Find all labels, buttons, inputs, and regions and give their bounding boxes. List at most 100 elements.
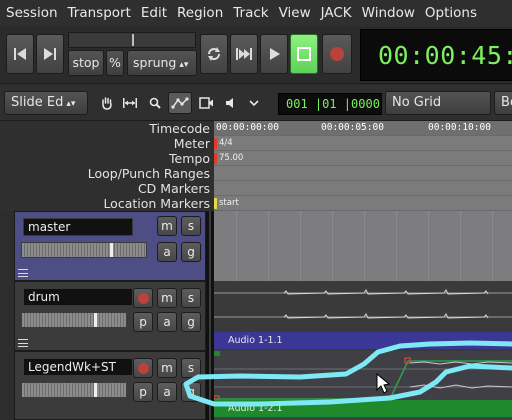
tempo-marker[interactable] [214,153,217,164]
sprung-label: sprung [133,55,177,70]
ruler-area: Timecode Meter Tempo Loop/Punch Ranges C… [0,121,512,211]
fader-knob[interactable] [94,383,97,397]
go-to-end-button[interactable] [36,34,64,74]
record-enable-button[interactable] [133,358,153,378]
audition-tool[interactable] [222,94,240,112]
menu-track[interactable]: Track [228,0,273,26]
playlist-button[interactable]: p [133,312,153,332]
track-name-field[interactable]: master [23,218,133,236]
draw-line-icon [171,97,189,109]
loop-punch-ruler[interactable] [214,166,512,181]
tempo-ruler[interactable]: 75.00 [214,151,512,166]
zoom-tool[interactable] [146,94,164,112]
drum-track-lane[interactable]: Audio 1-1.1 [214,281,512,351]
location-marker-label: start [219,198,239,208]
beat-select[interactable]: Be [494,91,512,115]
stop-button[interactable] [290,34,318,74]
grid-mode-select[interactable]: No Grid [385,91,491,115]
region-trim-icon [199,97,213,109]
group-button[interactable]: g [181,242,201,262]
track-name-field[interactable]: drum [23,288,133,306]
group-button[interactable]: g [181,312,201,332]
automation-button[interactable]: a [157,242,177,262]
timecode-tick: 00:00:05:00 [321,122,384,133]
menu-transport[interactable]: Transport [63,0,136,26]
more-tools-button[interactable] [245,94,263,112]
record-enable-button[interactable] [133,288,153,308]
solo-button[interactable]: s [181,216,201,236]
ruler-label-location-markers: Location Markers [103,196,210,211]
range-tool[interactable] [121,94,139,112]
sprung-select[interactable]: sprung ▴▾ [127,50,197,76]
shuttle-position [132,34,134,46]
select-arrow-icon: ▴▾ [66,99,76,109]
master-track-lane[interactable] [214,211,512,281]
go-to-start-button[interactable] [6,34,34,74]
legend-track-header[interactable]: LegendWk+ST m s p a g [14,351,206,420]
record-icon [330,47,344,61]
mute-button[interactable]: m [157,288,177,308]
draw-tool[interactable] [168,92,192,114]
loop-button[interactable] [200,34,228,74]
region-name-bar[interactable]: Audio 1-2.1 [214,400,512,417]
grid-mode-label: No Grid [392,95,442,110]
menu-jack[interactable]: JACK [316,0,357,26]
track-menu-icon[interactable] [18,269,28,277]
menu-window[interactable]: Window [357,0,420,26]
master-track-header[interactable]: master m s a g [14,211,206,281]
automation-button[interactable]: a [157,382,177,402]
track-name-field[interactable]: LegendWk+ST [23,358,133,376]
fader-knob[interactable] [94,313,97,327]
track-menu-icon[interactable] [18,339,28,347]
playlist-button[interactable]: p [133,382,153,402]
mute-button[interactable]: m [157,216,177,236]
location-marker[interactable] [214,198,217,209]
drum-track-header[interactable]: drum m s p a g [14,281,206,351]
stop-mode-button[interactable]: stop [68,50,104,76]
gain-fader[interactable] [21,242,147,258]
go-to-start-icon [14,48,26,60]
menu-edit[interactable]: Edit [136,0,172,26]
play-button[interactable] [260,34,288,74]
more-chevron-icon [249,100,259,107]
region-name-bar[interactable]: Audio 1-1.1 [214,332,512,349]
menu-view[interactable]: View [274,0,316,26]
primary-clock[interactable]: 00:00:45:1 [360,29,512,81]
fader-knob[interactable] [110,243,113,257]
location-markers-ruler[interactable]: start [214,196,512,211]
ruler-label-loop-punch: Loop/Punch Ranges [87,166,210,181]
beat-label: Be [501,95,512,110]
stop-icon [297,47,311,61]
grab-hand-icon [102,97,112,110]
loop-icon [208,47,220,61]
clock-value: 00:00:45:1 [378,41,512,70]
edit-mode-select[interactable]: Slide Ed ▴▾ [4,91,88,115]
range-icon [123,98,137,108]
select-arrow-icon: ▴▾ [179,60,189,70]
meter-ruler[interactable]: 4/4 [214,136,512,151]
automation-button[interactable]: a [157,312,177,332]
grab-tool[interactable] [98,94,116,112]
ruler-label-tempo: Tempo [169,151,210,166]
menu-session[interactable]: Session [0,0,63,26]
gain-fader[interactable] [21,382,127,398]
record-button[interactable] [322,34,352,74]
cd-markers-ruler[interactable] [214,181,512,196]
shuttle-slider[interactable] [68,32,196,48]
play-range-button[interactable] [230,34,258,74]
menu-region[interactable]: Region [172,0,228,26]
legend-track-lane[interactable]: Audio 1-2.1 [214,351,512,420]
gain-fader[interactable] [21,312,127,328]
group-button[interactable]: g [181,382,201,402]
mute-button[interactable]: m [157,358,177,378]
solo-button[interactable]: s [181,288,201,308]
menu-options[interactable]: Options [420,0,482,26]
solo-button[interactable]: s [181,358,201,378]
region-trim-tool[interactable] [198,94,216,112]
meter-marker[interactable] [214,138,217,149]
zoom-icon [149,97,161,109]
percent-button[interactable]: % [106,50,124,76]
timecode-ruler[interactable]: 00:00:00:00 00:00:05:00 00:00:10:00 [214,121,512,136]
transport-bar: stop % sprung▴▾ 00:00:45:1 [0,26,512,84]
nudge-clock[interactable]: 001 |01 |0000 [278,93,382,115]
